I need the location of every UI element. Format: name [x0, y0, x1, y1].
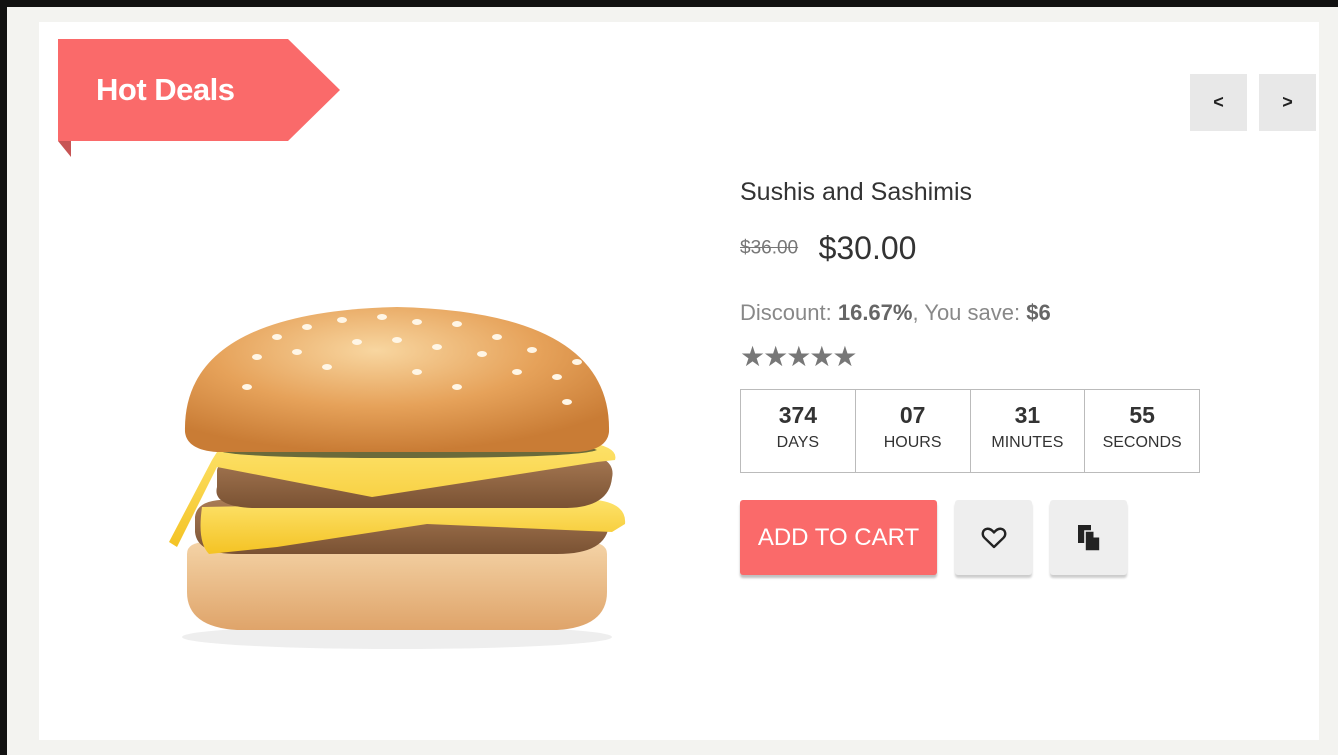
- product-name[interactable]: Sushis and Sashimis: [740, 178, 972, 207]
- countdown-minutes: 31 MINUTES: [971, 390, 1086, 472]
- ribbon-fold: [58, 141, 71, 157]
- hot-deals-ribbon: Hot Deals: [58, 39, 348, 164]
- price-row: $36.00 $30.00: [740, 230, 916, 267]
- save-label: , You save:: [912, 300, 1021, 325]
- rating-stars: ★★★★★: [740, 341, 858, 372]
- burger-illustration: [169, 307, 626, 649]
- compare-button[interactable]: [1050, 500, 1127, 575]
- countdown-seconds-label: SECONDS: [1102, 434, 1182, 451]
- old-price: $36.00: [740, 237, 799, 259]
- product-actions: ADD TO CART: [740, 500, 1127, 575]
- heart-icon: [981, 527, 1006, 548]
- countdown-minutes-value: 31: [1014, 402, 1041, 428]
- countdown-days: 374 DAYS: [741, 390, 856, 472]
- countdown-hours-label: HOURS: [883, 434, 942, 451]
- new-price: $30.00: [818, 230, 917, 266]
- discount-label: Discount:: [740, 300, 832, 325]
- burger-image[interactable]: [157, 292, 637, 662]
- countdown-days-label: DAYS: [776, 434, 820, 451]
- countdown-days-value: 374: [778, 402, 818, 428]
- wishlist-button[interactable]: [955, 500, 1032, 575]
- discount-info: Discount: 16.67%, You save: $6: [740, 300, 1051, 326]
- hot-deals-card: Hot Deals < > Sushis and Sashimis $36.00…: [39, 22, 1319, 740]
- discount-value: 16.67%: [837, 300, 913, 325]
- page-frame: Hot Deals < > Sushis and Sashimis $36.00…: [7, 7, 1338, 755]
- countdown-hours-value: 07: [899, 402, 926, 428]
- save-value: $6: [1026, 300, 1051, 325]
- countdown-seconds: 55 SECONDS: [1085, 390, 1199, 472]
- copy-icon: [1077, 524, 1101, 552]
- countdown-hours: 07 HOURS: [856, 390, 971, 472]
- countdown-seconds-value: 55: [1129, 402, 1155, 428]
- next-deal-button[interactable]: >: [1259, 74, 1316, 131]
- countdown-timer: 374 DAYS 07 HOURS 31 MINUTES 55 SECONDS: [740, 389, 1200, 473]
- previous-deal-button[interactable]: <: [1190, 74, 1247, 131]
- add-to-cart-button[interactable]: ADD TO CART: [740, 500, 937, 575]
- countdown-minutes-label: MINUTES: [991, 434, 1064, 451]
- ribbon-label: Hot Deals: [58, 39, 340, 141]
